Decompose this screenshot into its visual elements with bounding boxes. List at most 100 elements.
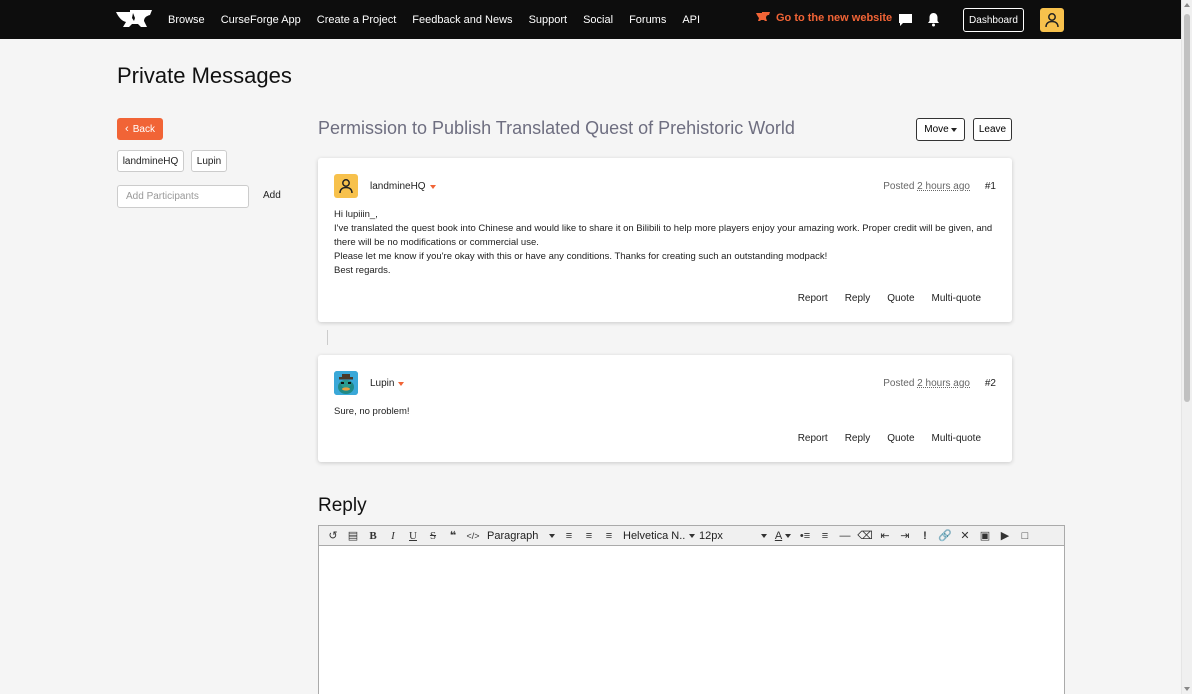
back-button[interactable]: ‹ Back [117,118,163,140]
caret-down-icon [398,381,405,386]
post-line: Sure, no problem! [334,406,410,417]
underline-icon[interactable]: U [403,527,423,545]
font-family-select[interactable]: Helvetica N.. [619,527,696,545]
notifications-bell-icon[interactable] [926,12,941,27]
chevron-left-icon: ‹ [125,123,129,135]
page-title: Private Messages [117,63,292,88]
undo-icon[interactable]: ↺ [323,527,343,545]
outdent-icon[interactable]: ⇤ [875,527,895,545]
align-center-icon[interactable]: ≡ [579,527,599,545]
nav-api[interactable]: API [682,14,700,26]
participant-chip[interactable]: Lupin [191,150,227,172]
dropdown-arrow-icon [761,533,767,538]
spoiler-icon[interactable]: ! [915,527,935,545]
messages-icon[interactable] [898,12,913,27]
post-body: Sure, no problem! [334,405,996,419]
add-participant-button[interactable]: Add [263,190,281,201]
nav-browse[interactable]: Browse [168,14,205,26]
posted-ago: 2 hours ago [917,378,970,389]
video-icon[interactable]: ▶ [995,527,1015,545]
align-left-icon[interactable]: ≡ [559,527,579,545]
post-actions: Report Reply Quote Multi-quote [781,433,981,444]
nav-support[interactable]: Support [529,14,568,26]
caret-down-icon [950,127,957,132]
post-line: Please let me know if you're okay with t… [334,251,828,262]
post-line: Best regards. [334,265,391,276]
image-icon[interactable]: ▣ [975,527,995,545]
nav-links: Browse CurseForge App Create a Project F… [168,0,716,39]
source-icon[interactable]: □ [1015,527,1035,545]
code-icon[interactable]: </> [463,527,483,545]
reply-heading: Reply [318,495,367,516]
post-author[interactable]: Lupin [370,378,405,389]
strikethrough-icon[interactable]: S [423,527,443,545]
scroll-up-arrow-icon[interactable] [1184,3,1190,7]
post-timestamp: Posted 2 hours ago [883,181,970,192]
quote-button[interactable]: Quote [887,293,914,304]
text-color-icon[interactable]: A [771,527,795,545]
new-website-link[interactable]: Go to the new website [756,12,892,24]
post-author[interactable]: landmineHQ [370,181,436,192]
back-label: Back [132,123,155,135]
message-post: Lupin Posted 2 hours ago #2 Sure, no pro… [318,355,1012,462]
scroll-down-arrow-icon[interactable] [1184,687,1190,691]
posted-label: Posted [883,378,915,389]
format-value: Paragraph [487,529,539,542]
dropdown-arrow-icon [549,533,555,538]
curseforge-anvil-icon [756,12,770,21]
align-right-icon[interactable]: ≡ [599,527,619,545]
font-size-select[interactable]: 12px [695,527,771,545]
move-button[interactable]: Move [916,118,965,141]
report-button[interactable]: Report [798,433,828,444]
leave-button[interactable]: Leave [973,118,1012,141]
nav-forums[interactable]: Forums [629,14,666,26]
reply-button[interactable]: Reply [845,433,871,444]
page-scrollbar[interactable] [1181,0,1192,694]
bullet-list-icon[interactable]: •≡ [795,527,815,545]
message-post: landmineHQ Posted 2 hours ago #1 Hi lupi… [318,158,1012,322]
add-participants-input[interactable] [117,185,249,208]
user-avatar[interactable] [1040,8,1064,32]
nav-curseforge-app[interactable]: CurseForge App [221,14,301,26]
bold-icon[interactable]: B [363,527,383,545]
nav-create-project[interactable]: Create a Project [317,14,396,26]
numbered-list-icon[interactable]: ≡ [815,527,835,545]
post-number[interactable]: #1 [985,181,996,192]
dashboard-button[interactable]: Dashboard [963,8,1024,32]
posted-ago: 2 hours ago [917,181,970,192]
format-select[interactable]: Paragraph [483,527,559,545]
new-website-label: Go to the new website [776,12,893,24]
author-avatar[interactable] [334,174,358,198]
curseforge-logo-icon[interactable] [116,9,152,31]
top-nav: Browse CurseForge App Create a Project F… [0,0,1181,39]
participant-chip[interactable]: landmineHQ [117,150,184,172]
user-icon [1045,13,1059,28]
editor-toolbar: ↺ ▤ B I U S ❝ </> Paragraph ≡ ≡ ≡ Helvet… [319,526,1064,546]
multi-quote-button[interactable]: Multi-quote [932,293,981,304]
author-name: landmineHQ [370,181,426,192]
reply-editor: ↺ ▤ B I U S ❝ </> Paragraph ≡ ≡ ≡ Helvet… [318,525,1065,694]
thread-connector [327,330,328,345]
blockquote-icon[interactable]: ❝ [443,527,463,545]
font-family-value: Helvetica N.. [623,529,686,542]
reply-button[interactable]: Reply [845,293,871,304]
posted-label: Posted [883,181,915,192]
report-button[interactable]: Report [798,293,828,304]
link-icon[interactable]: 🔗 [935,527,955,545]
nav-social[interactable]: Social [583,14,613,26]
author-avatar[interactable] [334,371,358,395]
nav-feedback-news[interactable]: Feedback and News [412,14,512,26]
post-line: I've translated the quest book into Chin… [334,223,993,248]
unlink-icon[interactable]: ✕ [955,527,975,545]
eraser-icon[interactable]: ⌫ [855,527,875,545]
scroll-thumb[interactable] [1184,14,1190,402]
paste-icon[interactable]: ▤ [343,527,363,545]
indent-icon[interactable]: ⇥ [895,527,915,545]
multi-quote-button[interactable]: Multi-quote [932,433,981,444]
editor-content-area[interactable] [319,546,1064,694]
caret-down-icon [429,184,436,189]
italic-icon[interactable]: I [383,527,403,545]
post-number[interactable]: #2 [985,378,996,389]
horizontal-rule-icon[interactable]: — [835,527,855,545]
quote-button[interactable]: Quote [887,433,914,444]
